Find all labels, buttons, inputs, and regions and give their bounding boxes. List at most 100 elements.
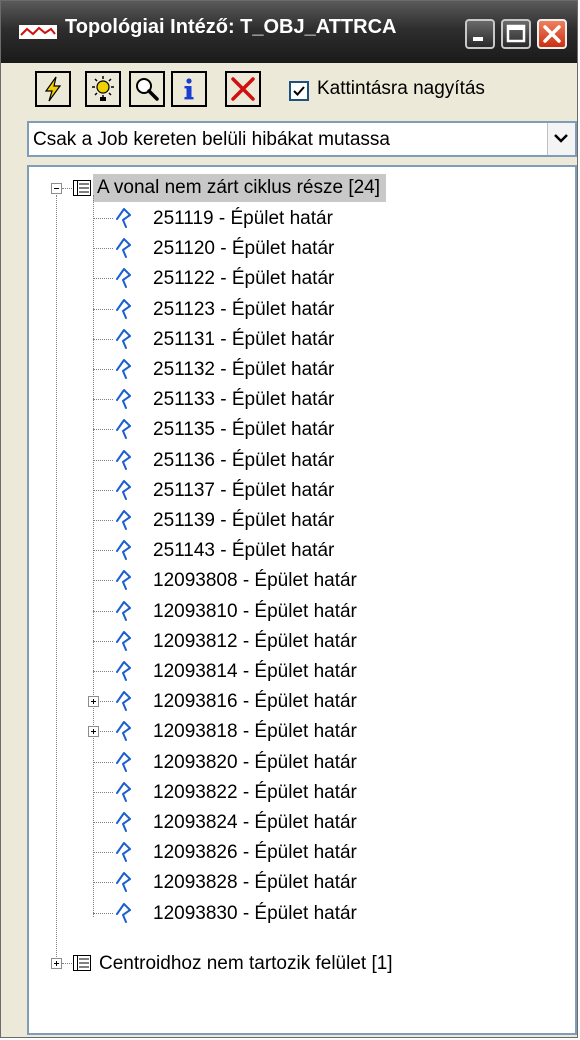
line-feature-icon xyxy=(116,751,131,772)
tree-connector xyxy=(93,218,113,219)
tree-item[interactable]: 251136 - Épület határ xyxy=(29,445,569,475)
delete-button[interactable] xyxy=(225,71,261,107)
tree-item[interactable]: 12093828 - Épület határ xyxy=(29,867,569,897)
minus-icon xyxy=(54,188,59,189)
tree-item[interactable]: 12093816 - Épület határ xyxy=(29,686,569,716)
tree-connector xyxy=(62,963,72,964)
tree-item-label: 12093810 - Épület határ xyxy=(153,600,357,622)
tree-item[interactable]: 251135 - Épület határ xyxy=(29,414,569,444)
tree-item-label: 251122 - Épület határ xyxy=(153,268,335,290)
info-button[interactable] xyxy=(171,71,207,107)
line-feature-icon xyxy=(116,661,131,681)
sun-bulb-icon xyxy=(92,76,114,101)
line-feature-icon xyxy=(116,540,131,561)
tree-item[interactable]: 12093824 - Épület határ xyxy=(29,807,569,837)
tree-item-label: 251143 - Épület határ xyxy=(153,540,335,562)
list-icon xyxy=(73,955,91,971)
zoom-button[interactable] xyxy=(129,71,165,107)
error-filter-dropdown[interactable]: Csak a Job kereten belüli hibákat mutass… xyxy=(27,121,577,157)
tree-connector xyxy=(93,489,113,491)
tree-item[interactable]: 251143 - Épület határ xyxy=(29,535,569,565)
tree-item[interactable]: 12093810 - Épület határ xyxy=(29,596,569,626)
tree-item-label: 251136 - Épület határ xyxy=(153,449,335,471)
tree-item-label: 251132 - Épület határ xyxy=(153,359,335,380)
tree-connector xyxy=(93,852,113,854)
error-tree[interactable]: A vonal nem zárt ciklus része [24] 25111… xyxy=(27,165,577,1035)
tree-item[interactable]: 251122 - Épület határ xyxy=(29,263,569,293)
line-feature-icon xyxy=(116,328,131,349)
tree-item[interactable]: 12093808 - Épület határ xyxy=(29,565,569,595)
expand-toggle[interactable] xyxy=(88,696,99,708)
tree-connector xyxy=(93,761,113,763)
title-bar[interactable]: Topológiai Intéző: T_OBJ_ATTRCA xyxy=(1,1,577,63)
tree-item-label: 251139 - Épület határ xyxy=(153,510,335,531)
close-button[interactable] xyxy=(537,19,567,49)
tree-item[interactable]: 251137 - Épület határ xyxy=(29,475,569,505)
expand-toggle[interactable] xyxy=(88,726,99,738)
line-feature-icon xyxy=(116,419,131,440)
tree-connector xyxy=(93,610,113,612)
tree-item-label: 12093830 - Épület határ xyxy=(153,902,357,924)
dropdown-toggle[interactable] xyxy=(547,123,575,155)
line-feature-icon xyxy=(116,781,131,802)
tree-item-label: 251123 - Épület határ xyxy=(153,298,335,320)
tree-connector xyxy=(93,248,113,250)
tree-item[interactable]: 251120 - Épület határ xyxy=(29,233,569,263)
tree-item-label: 12093814 - Épület határ xyxy=(153,661,357,682)
line-feature-icon xyxy=(116,812,131,832)
tree-item-label: 12093822 - Épület határ xyxy=(153,781,357,803)
tree-item[interactable]: 12093826 - Épület határ xyxy=(29,837,569,867)
tree-root-2[interactable]: Centroidhoz nem tartozik felület [1] xyxy=(29,948,569,978)
tree-connector xyxy=(93,640,113,642)
tree-item[interactable]: 12093822 - Épület határ xyxy=(29,777,569,807)
line-feature-icon xyxy=(116,721,131,742)
plus-icon xyxy=(54,961,59,966)
tree-connector xyxy=(93,550,113,552)
tree-root[interactable]: A vonal nem zárt ciklus része [24] xyxy=(29,173,569,203)
tree-connector xyxy=(93,580,113,582)
maximize-button[interactable] xyxy=(501,19,531,49)
magnifier-icon xyxy=(136,78,159,101)
chevron-down-icon xyxy=(554,134,568,143)
tree-item[interactable]: 251132 - Épület határ xyxy=(29,354,569,384)
line-feature-icon xyxy=(116,600,131,621)
tree-item[interactable]: 251123 - Épület határ xyxy=(29,294,569,324)
tree-connector xyxy=(93,822,113,823)
tree-root-label: A vonal nem zárt ciklus része [24] xyxy=(93,174,387,202)
tree-item-label: 251135 - Épület határ xyxy=(153,419,335,441)
minimize-button[interactable] xyxy=(465,19,495,49)
tree-item[interactable]: 251131 - Épület határ xyxy=(29,324,569,354)
line-feature-icon xyxy=(116,238,131,259)
tree-connector xyxy=(93,882,113,884)
tree-item[interactable]: 12093818 - Épület határ xyxy=(29,716,569,746)
tree-item-label: 12093816 - Épület határ xyxy=(153,691,357,713)
tree-item[interactable]: 251133 - Épület határ xyxy=(29,384,569,414)
line-feature-icon xyxy=(116,691,131,712)
zoom-on-click-checkbox[interactable] xyxy=(289,81,309,101)
line-feature-icon xyxy=(116,872,131,893)
tree-item[interactable]: 12093814 - Épület határ xyxy=(29,656,569,686)
line-feature-icon xyxy=(116,510,131,530)
collapse-toggle[interactable] xyxy=(51,183,62,194)
highlight-button[interactable] xyxy=(85,71,121,107)
line-feature-icon xyxy=(116,359,131,379)
tree-connector xyxy=(93,278,113,280)
tree-connector xyxy=(93,520,113,521)
tree-root-2-label: Centroidhoz nem tartozik felület [1] xyxy=(99,953,393,974)
tree-item[interactable]: 12093812 - Épület határ xyxy=(29,626,569,656)
info-icon xyxy=(184,78,194,100)
expand-toggle[interactable] xyxy=(51,958,62,969)
lightning-button[interactable] xyxy=(35,71,71,107)
tree-item[interactable]: 251139 - Épület határ xyxy=(29,505,569,535)
tree-item[interactable]: 12093820 - Épület határ xyxy=(29,747,569,777)
tree-item[interactable]: 251119 - Épület határ xyxy=(29,203,569,233)
window-title: Topológiai Intéző: T_OBJ_ATTRCA xyxy=(65,16,397,38)
tree-item-label: 12093824 - Épület határ xyxy=(153,812,357,833)
tree-item-label: 12093818 - Épület határ xyxy=(153,721,357,743)
tree-item-label: 12093808 - Épület határ xyxy=(153,570,357,592)
tree-item-label: 12093820 - Épület határ xyxy=(153,751,357,773)
topology-explorer-window: Topológiai Intéző: T_OBJ_ATTRCA Kattintá… xyxy=(0,0,578,1038)
tree-connector xyxy=(93,369,113,370)
tree-item[interactable]: 12093830 - Épület határ xyxy=(29,898,569,928)
maximize-icon xyxy=(506,24,526,43)
